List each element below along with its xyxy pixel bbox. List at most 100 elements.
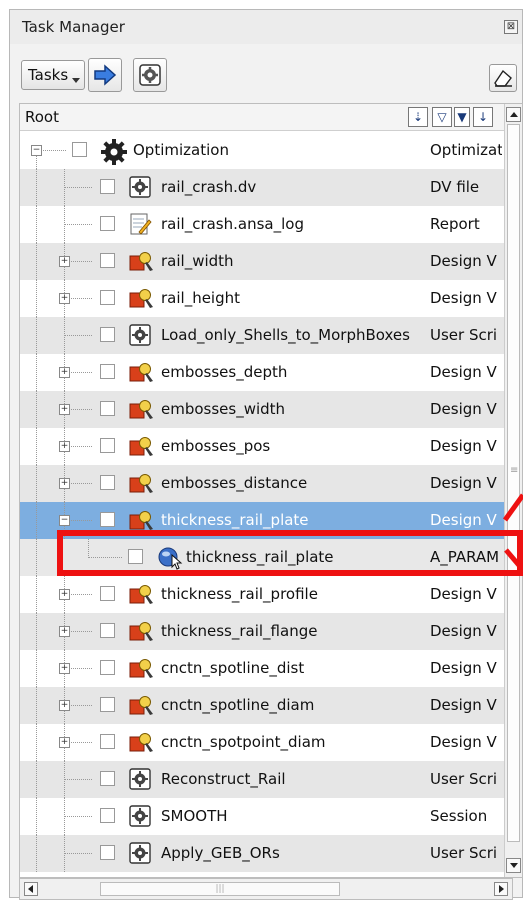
expand-icon[interactable]: + bbox=[59, 700, 70, 711]
tree-row[interactable]: + cnctn_spotline_diam Design V bbox=[20, 687, 504, 724]
highlight-arrow bbox=[502, 493, 523, 572]
sort-icon[interactable]: ⇣ bbox=[408, 107, 428, 127]
row-type: User Scri bbox=[430, 844, 498, 862]
expand-icon[interactable]: + bbox=[59, 256, 70, 267]
expand-icon[interactable]: + bbox=[59, 367, 70, 378]
tree-row[interactable]: + embosses_width Design V bbox=[20, 391, 504, 428]
expand-icon[interactable]: + bbox=[59, 441, 70, 452]
tree-row[interactable]: + cnctn_spotline_dist Design V bbox=[20, 650, 504, 687]
row-type: Design V bbox=[430, 659, 497, 677]
tree-line bbox=[36, 428, 37, 465]
row-checkbox[interactable] bbox=[100, 623, 115, 638]
tree-line bbox=[36, 650, 37, 687]
expand-icon[interactable]: + bbox=[59, 663, 70, 674]
gear-icon bbox=[139, 64, 161, 86]
scroll-left-icon[interactable] bbox=[24, 882, 38, 896]
row-checkbox[interactable] bbox=[100, 364, 115, 379]
dropdown-icon[interactable]: ▼ bbox=[454, 107, 470, 127]
script-gear-icon bbox=[128, 175, 154, 199]
scroll-thumb[interactable] bbox=[507, 124, 520, 842]
row-checkbox[interactable] bbox=[100, 586, 115, 601]
row-checkbox[interactable] bbox=[72, 142, 87, 157]
row-checkbox[interactable] bbox=[100, 845, 115, 860]
tree-row[interactable]: Apply_GEB_ORs User Scri bbox=[20, 835, 504, 872]
tree-line bbox=[64, 816, 92, 817]
tree-line bbox=[36, 613, 37, 650]
row-checkbox[interactable] bbox=[100, 660, 115, 675]
filter-icon[interactable]: ▽ bbox=[432, 107, 452, 127]
settings-button[interactable] bbox=[133, 58, 167, 92]
scroll-down-icon[interactable] bbox=[506, 858, 521, 873]
tree-line bbox=[36, 576, 37, 613]
tree-line bbox=[36, 280, 37, 317]
row-label: embosses_depth bbox=[161, 363, 288, 381]
row-checkbox[interactable] bbox=[100, 438, 115, 453]
tree-row[interactable]: + rail_height Design V bbox=[20, 280, 504, 317]
row-checkbox[interactable] bbox=[100, 771, 115, 786]
row-checkbox[interactable] bbox=[100, 216, 115, 231]
design-variable-icon bbox=[128, 360, 154, 384]
scroll-right-icon[interactable] bbox=[494, 882, 508, 896]
tree-row[interactable]: + embosses_distance Design V bbox=[20, 465, 504, 502]
row-type: Design V bbox=[430, 696, 497, 714]
row-checkbox[interactable] bbox=[100, 179, 115, 194]
row-type: Design V bbox=[430, 437, 497, 455]
expand-icon[interactable]: + bbox=[59, 737, 70, 748]
design-variable-icon bbox=[128, 508, 154, 532]
row-checkbox[interactable] bbox=[100, 475, 115, 490]
expand-icon[interactable]: + bbox=[59, 478, 70, 489]
tree-row[interactable]: − Optimization Optimizat bbox=[20, 132, 504, 169]
tree-row[interactable]: + thickness_rail_flange Design V bbox=[20, 613, 504, 650]
tree-row[interactable]: rail_crash.dv DV file bbox=[20, 169, 504, 206]
task-manager-window: Task Manager ⊠ Tasks Root ⇣ ▽ ▼ ↓ − Optim… bbox=[9, 9, 523, 900]
down-arrow-icon[interactable]: ↓ bbox=[473, 107, 493, 127]
design-variable-icon bbox=[128, 249, 154, 273]
expand-icon[interactable]: + bbox=[59, 626, 70, 637]
horizontal-scroll-thumb[interactable]: ||| bbox=[100, 882, 340, 896]
tasks-dropdown-button[interactable]: Tasks bbox=[21, 60, 85, 90]
row-type: Design V bbox=[430, 363, 497, 381]
tree-row[interactable]: SMOOTH Session bbox=[20, 798, 504, 835]
row-checkbox[interactable] bbox=[100, 401, 115, 416]
row-type: Design V bbox=[430, 733, 497, 751]
tree-row[interactable]: + thickness_rail_profile Design V bbox=[20, 576, 504, 613]
tree-row[interactable]: + cnctn_spotpoint_diam Design V bbox=[20, 724, 504, 761]
tree-line bbox=[36, 835, 37, 872]
chevron-down-icon bbox=[72, 78, 80, 83]
row-checkbox[interactable] bbox=[100, 327, 115, 342]
tree-row[interactable]: + rail_width Design V bbox=[20, 243, 504, 280]
close-icon[interactable]: ⊠ bbox=[504, 20, 518, 34]
expand-icon[interactable]: + bbox=[59, 293, 70, 304]
run-button[interactable] bbox=[88, 58, 122, 92]
horizontal-scrollbar[interactable]: ||| bbox=[19, 878, 513, 900]
clear-button[interactable] bbox=[489, 64, 517, 92]
tree-row[interactable]: Reconstruct_Rail User Scri bbox=[20, 761, 504, 798]
tree-row[interactable]: + embosses_depth Design V bbox=[20, 354, 504, 391]
expand-icon[interactable]: + bbox=[59, 404, 70, 415]
row-checkbox[interactable] bbox=[100, 697, 115, 712]
tree-row[interactable]: rail_crash.ansa_log Report bbox=[20, 206, 504, 243]
collapse-icon[interactable]: − bbox=[31, 145, 42, 156]
row-label: Apply_GEB_ORs bbox=[161, 844, 280, 862]
row-checkbox[interactable] bbox=[100, 253, 115, 268]
row-checkbox[interactable] bbox=[100, 290, 115, 305]
row-checkbox[interactable] bbox=[100, 734, 115, 749]
tree-row[interactable]: + embosses_pos Design V bbox=[20, 428, 504, 465]
collapse-icon[interactable]: − bbox=[59, 515, 70, 526]
row-label: cnctn_spotline_dist bbox=[161, 659, 305, 677]
tree-row[interactable]: Load_only_Shells_to_MorphBoxes User Scri bbox=[20, 317, 504, 354]
row-label: rail_height bbox=[161, 289, 241, 307]
scroll-up-icon[interactable] bbox=[506, 107, 521, 122]
root-label: Root bbox=[25, 108, 59, 126]
row-label: rail_crash.ansa_log bbox=[161, 215, 304, 233]
row-type: Optimizat bbox=[430, 141, 502, 159]
tree-line bbox=[36, 243, 37, 280]
row-label: SMOOTH bbox=[161, 807, 228, 825]
design-variable-icon bbox=[128, 619, 154, 643]
row-checkbox[interactable] bbox=[100, 808, 115, 823]
expand-icon[interactable]: + bbox=[59, 589, 70, 600]
row-label: cnctn_spotline_diam bbox=[161, 696, 315, 714]
arrow-right-icon bbox=[94, 64, 117, 86]
design-variable-icon bbox=[128, 582, 154, 606]
row-checkbox[interactable] bbox=[100, 512, 115, 527]
